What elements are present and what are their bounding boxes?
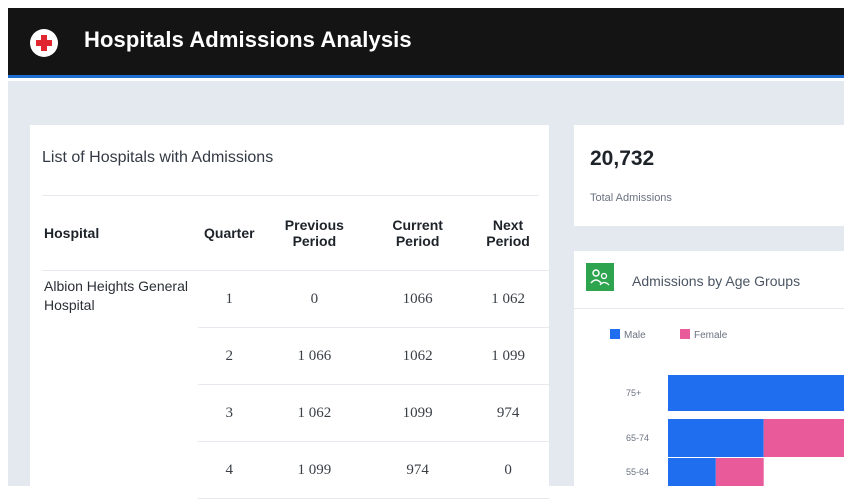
table-header-row: Hospital Quarter Previous Period Current… bbox=[42, 196, 549, 271]
age-groups-chart-card: Admissions by Age Groups Male Female 75+… bbox=[574, 251, 844, 486]
y-tick-label: 55-64 bbox=[626, 467, 649, 477]
table-row[interactable]: Albion Heights General Hospital 1 0 1066… bbox=[42, 270, 549, 328]
red-cross-icon bbox=[30, 29, 58, 57]
bar-female-55-64[interactable] bbox=[715, 458, 764, 486]
quarter-cell: 1 bbox=[198, 270, 261, 328]
hospital-list-card: List of Hospitals with Admissions Hospit… bbox=[30, 125, 549, 499]
previous-period-cell: 1 099 bbox=[260, 441, 369, 499]
next-period-cell: 1 099 bbox=[467, 327, 549, 385]
app-title: Hospitals Admissions Analysis bbox=[84, 27, 412, 52]
column-header-quarter[interactable]: Quarter bbox=[198, 196, 261, 271]
column-header-hospital[interactable]: Hospital bbox=[42, 196, 198, 271]
quarter-cell: 2 bbox=[198, 327, 261, 385]
quarter-cell: 3 bbox=[198, 384, 261, 442]
bar-male-75+[interactable] bbox=[668, 375, 844, 411]
previous-period-cell: 1 066 bbox=[260, 327, 369, 385]
bar-male-55-64[interactable] bbox=[668, 458, 716, 486]
total-admissions-label: Total Admissions bbox=[590, 192, 672, 204]
column-header-previous-period[interactable]: Previous Period bbox=[260, 196, 369, 271]
column-header-current-period[interactable]: Current Period bbox=[368, 196, 468, 271]
column-header-next-period[interactable]: Next Period bbox=[467, 196, 549, 271]
hospital-name-cell: Albion Heights General Hospital bbox=[44, 278, 188, 313]
y-tick-label: 75+ bbox=[626, 388, 641, 398]
current-period-cell: 1066 bbox=[368, 270, 468, 328]
current-period-cell: 1099 bbox=[368, 384, 468, 442]
bar-male-65-74[interactable] bbox=[668, 419, 764, 457]
bar-female-65-74[interactable] bbox=[763, 419, 844, 457]
previous-period-cell: 1 062 bbox=[260, 384, 369, 442]
total-admissions-value: 20,732 bbox=[590, 147, 655, 170]
next-period-cell: 0 bbox=[467, 441, 549, 499]
next-period-cell: 1 062 bbox=[467, 270, 549, 328]
y-tick-label: 65-74 bbox=[626, 433, 649, 443]
quarter-cell: 4 bbox=[198, 441, 261, 499]
next-period-cell: 974 bbox=[467, 384, 549, 442]
age-groups-bar-chart: 75+ 65-74 55-64 bbox=[626, 375, 844, 486]
current-period-cell: 1062 bbox=[368, 327, 468, 385]
total-admissions-card: 20,732 Total Admissions bbox=[574, 125, 844, 226]
card-title: List of Hospitals with Admissions bbox=[42, 149, 274, 166]
hospital-table: Hospital Quarter Previous Period Current… bbox=[42, 196, 549, 499]
current-period-cell: 974 bbox=[368, 441, 468, 499]
dashboard-content: List of Hospitals with Admissions Hospit… bbox=[8, 81, 844, 499]
app-header: Hospitals Admissions Analysis bbox=[8, 8, 844, 78]
previous-period-cell: 0 bbox=[260, 270, 369, 328]
